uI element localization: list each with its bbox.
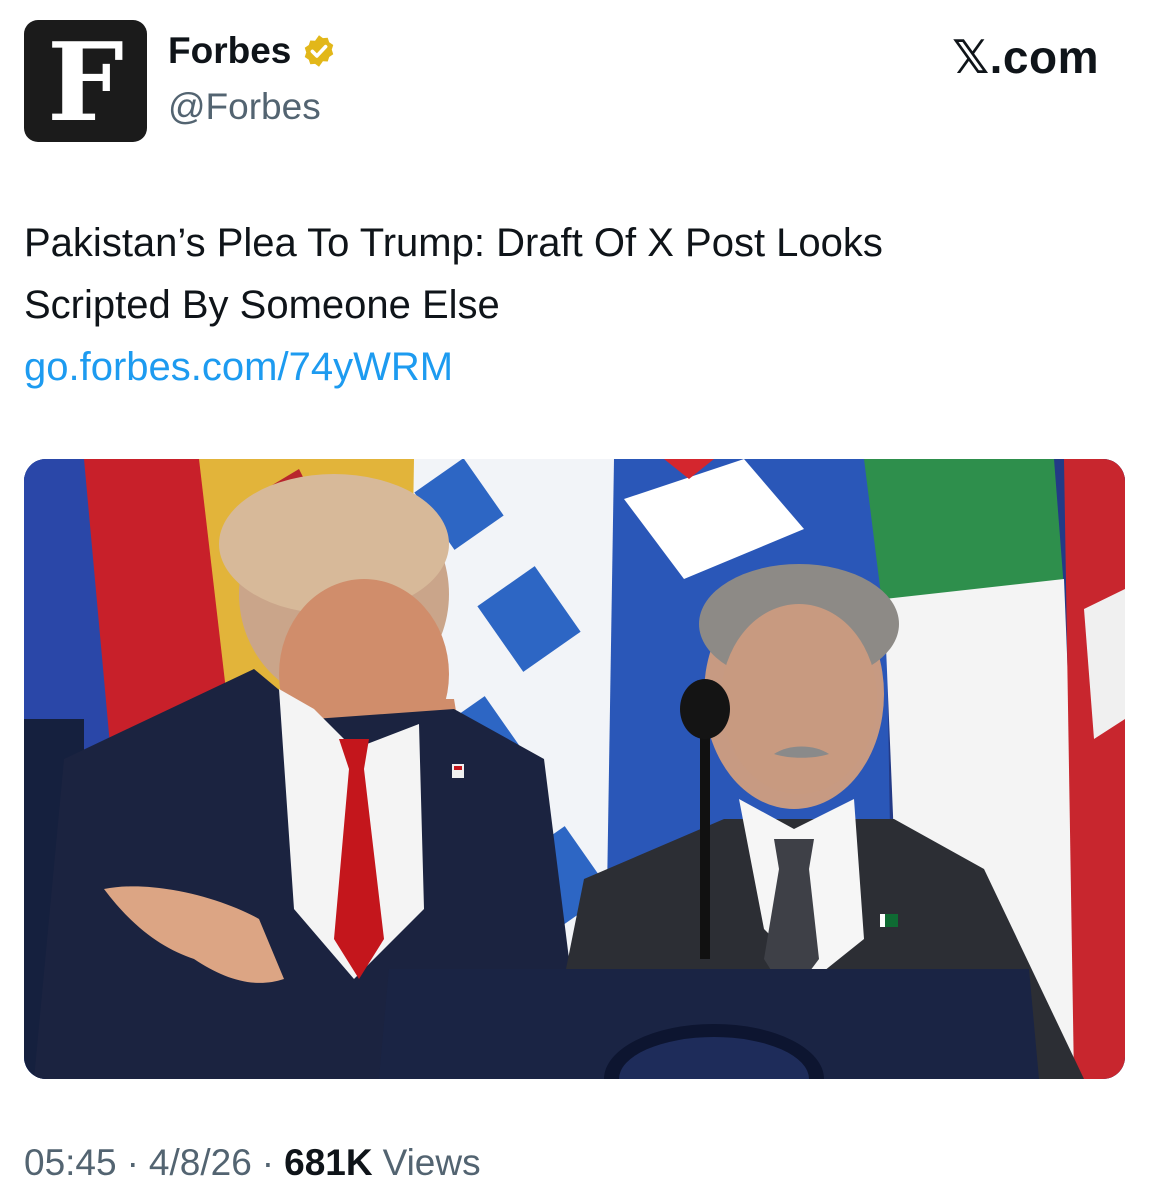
display-name[interactable]: Forbes xyxy=(168,30,291,72)
views-label: Views xyxy=(382,1142,481,1183)
meta-separator: · xyxy=(126,1142,139,1183)
tweet-date[interactable]: 4/8/26 xyxy=(149,1142,252,1184)
tweet-text: Pakistan’s Plea To Trump: Draft Of X Pos… xyxy=(24,212,1114,398)
tweet-text-line-1: Pakistan’s Plea To Trump: Draft Of X Pos… xyxy=(24,221,883,265)
account-name-row: Forbes xyxy=(168,30,337,72)
tweet-text-line-2: Scripted By Someone Else xyxy=(24,283,500,327)
account-handle[interactable]: @Forbes xyxy=(168,86,321,128)
photo-illustration xyxy=(24,459,1125,1079)
avatar-letter: F xyxy=(47,20,124,146)
meta-separator: · xyxy=(261,1142,275,1183)
tweet-link[interactable]: go.forbes.com/74yWRM xyxy=(24,336,1114,398)
x-com-brand: 𝕏.com xyxy=(952,31,1099,83)
tweet-meta: 05:45 · 4/8/26 · 681K Views xyxy=(24,1142,481,1184)
tweet-photo[interactable] xyxy=(24,459,1125,1079)
tweet-time[interactable]: 05:45 xyxy=(24,1142,117,1184)
avatar[interactable]: F xyxy=(24,20,147,142)
verified-badge-icon[interactable] xyxy=(301,33,337,69)
views-count[interactable]: 681K xyxy=(284,1142,372,1184)
